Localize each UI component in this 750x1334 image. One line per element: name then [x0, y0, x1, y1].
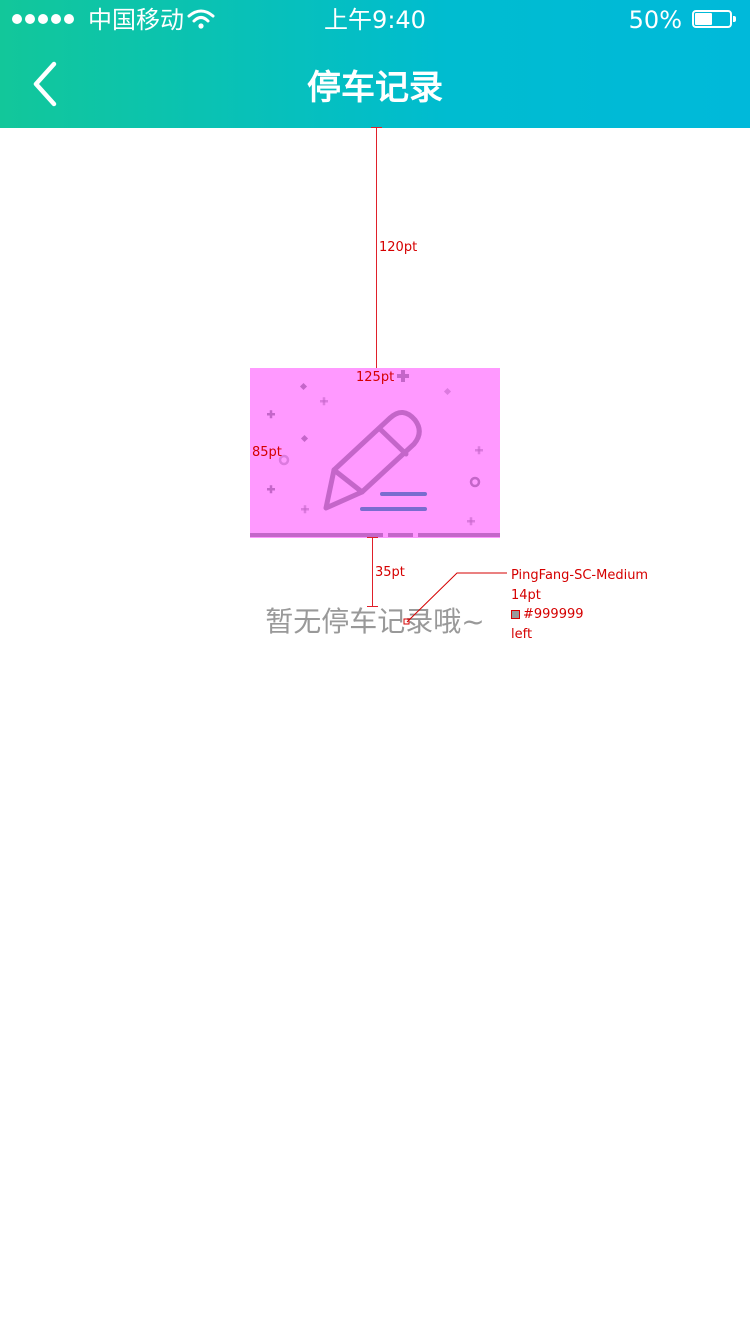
spec-color: #999999: [511, 605, 648, 625]
annotation-label-width: 125pt: [356, 370, 395, 385]
navigation-bar: 停车记录: [0, 40, 750, 128]
empty-illustration: [250, 368, 500, 538]
annotation-line-text-gap: [372, 537, 373, 607]
spec-font: PingFang-SC-Medium: [511, 568, 649, 583]
battery-percentage: 50%: [628, 6, 682, 34]
page-title: 停车记录: [307, 68, 443, 108]
annotation-leader-line: [403, 572, 507, 625]
spec-align: left: [511, 626, 533, 642]
battery-icon: [692, 10, 736, 28]
color-swatch-icon: [511, 610, 520, 619]
annotation-tick: [367, 537, 378, 538]
annotation-tick: [371, 127, 382, 128]
spec-size: 14pt: [511, 587, 541, 603]
annotation-line-top-gap: [376, 127, 377, 369]
spec-color-value: #999999: [523, 607, 584, 622]
annotation-label-height: 85pt: [252, 445, 282, 460]
status-bar: 中国移动 上午9:40 50%: [0, 0, 750, 40]
annotation-label-top-gap: 120pt: [379, 240, 418, 255]
app-header: 中国移动 上午9:40 50% 停车记录: [0, 0, 750, 128]
text-spec-annotation: PingFang-SC-Medium 14pt #999999 left: [511, 566, 648, 644]
